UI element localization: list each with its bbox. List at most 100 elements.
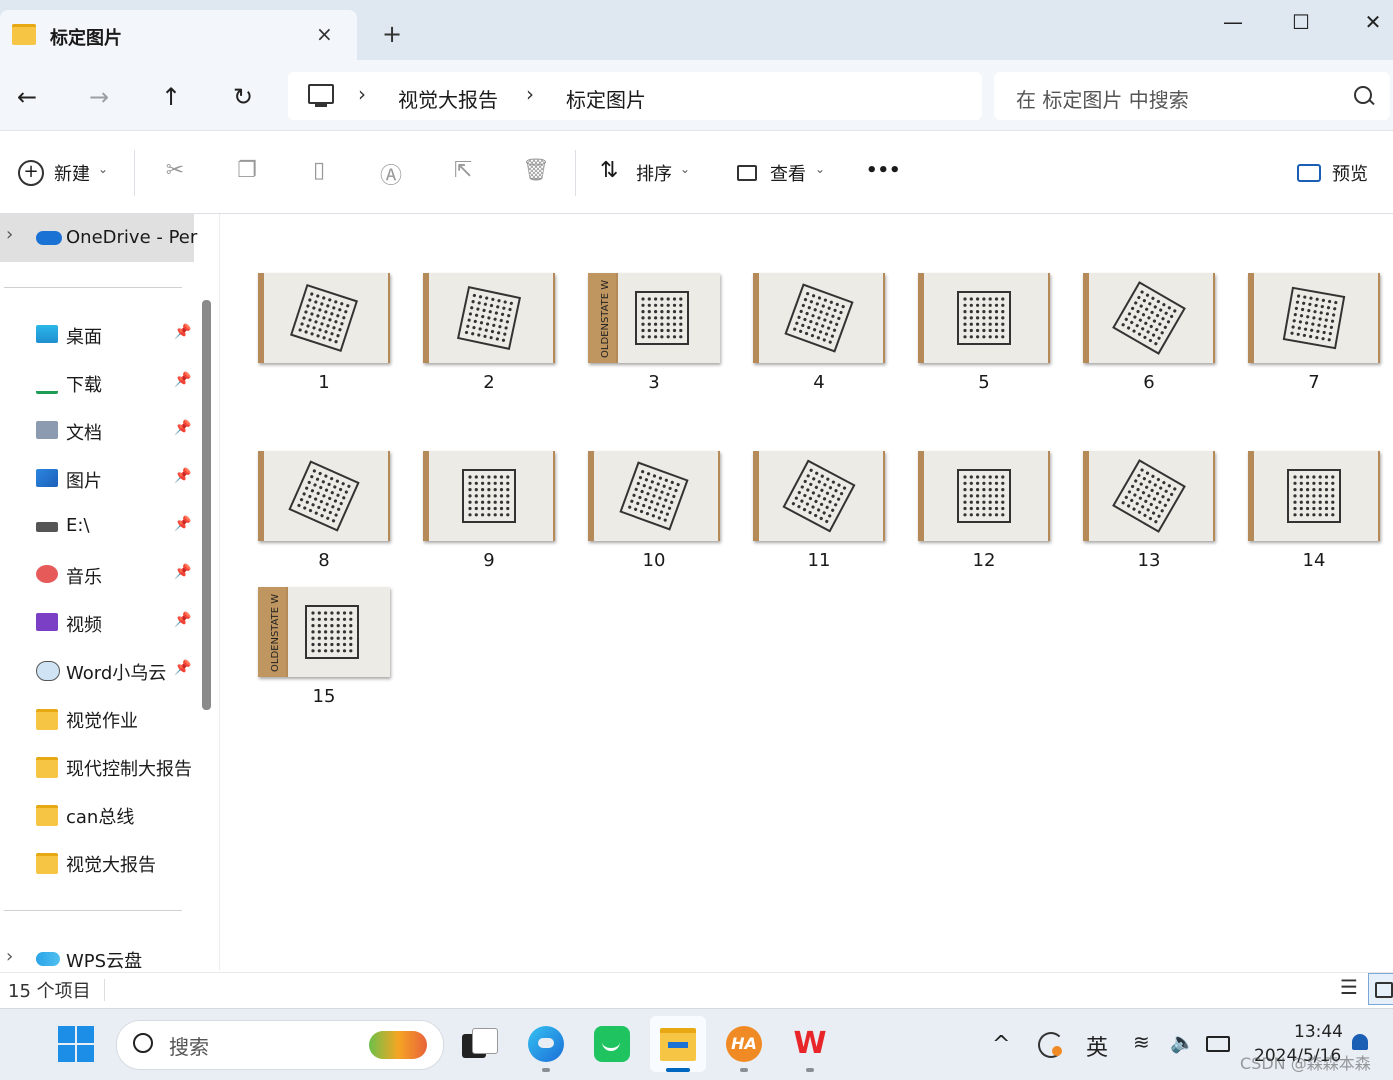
address-bar[interactable]: › 视觉大报告 › 标定图片 [288, 72, 982, 120]
sidebar-item-onedrive[interactable]: › OneDrive - Per [0, 214, 197, 262]
show-hidden-icons-button[interactable]: ^ [992, 1032, 1010, 1057]
image-thumbnail[interactable] [753, 451, 885, 541]
sidebar-item[interactable]: 视觉大报告 [36, 848, 196, 878]
sort-button[interactable]: 排序 [636, 160, 672, 186]
close-window-button[interactable]: ✕ [1350, 10, 1393, 38]
tab-close-button[interactable]: × [316, 22, 333, 46]
search-highlight-icon[interactable] [369, 1031, 427, 1059]
ime-indicator[interactable]: 英 [1086, 1030, 1108, 1062]
expand-icon[interactable]: › [6, 946, 13, 967]
breadcrumb-separator[interactable]: › [526, 82, 534, 106]
image-thumbnail[interactable]: OLDENSTATE W [588, 273, 720, 363]
pin-icon[interactable]: 📌 [174, 612, 191, 628]
sidebar-item[interactable]: 图片 📌 [36, 464, 196, 494]
new-button[interactable]: 新建 [54, 160, 90, 186]
file-name[interactable]: 15 [258, 686, 390, 707]
copy-icon[interactable]: ❐ [234, 158, 260, 184]
file-name[interactable]: 1 [258, 372, 390, 393]
tab-active[interactable]: 标定图片 × [0, 10, 357, 60]
breadcrumb-separator[interactable]: › [358, 82, 366, 106]
sidebar-item[interactable]: 文档 📌 [36, 416, 196, 446]
sidebar-item[interactable]: 现代控制大报告 [36, 752, 196, 782]
preview-button[interactable]: 预览 [1332, 160, 1368, 186]
volume-icon[interactable]: 🔈 [1170, 1030, 1195, 1054]
pin-icon[interactable]: 📌 [174, 324, 191, 340]
back-button[interactable]: ← [12, 82, 42, 112]
image-thumbnail[interactable] [258, 451, 390, 541]
sidebar-item[interactable]: E:\ 📌 [36, 512, 196, 542]
wechat-app-icon[interactable] [592, 1024, 632, 1064]
notification-bell-icon[interactable] [1352, 1034, 1368, 1050]
start-button[interactable] [58, 1026, 94, 1062]
sidebar-item[interactable]: 视觉作业 [36, 704, 196, 734]
breadcrumb-item[interactable]: 标定图片 [566, 84, 646, 113]
sidebar-item[interactable]: 桌面 📌 [36, 320, 196, 350]
image-thumbnail[interactable] [1248, 273, 1380, 363]
file-name[interactable]: 6 [1083, 372, 1215, 393]
rename-icon[interactable]: Ⓐ [378, 158, 404, 189]
image-thumbnail[interactable] [258, 273, 390, 363]
image-thumbnail[interactable] [1083, 273, 1215, 363]
ha-app-icon[interactable]: HA [724, 1024, 764, 1064]
chevron-down-icon[interactable]: ⌄ [98, 162, 108, 176]
search-placeholder[interactable]: 在 标定图片 中搜索 [1016, 84, 1189, 113]
file-name[interactable]: 10 [588, 550, 720, 571]
battery-icon[interactable] [1206, 1036, 1230, 1052]
this-pc-icon[interactable] [308, 84, 334, 107]
new-icon[interactable]: + [18, 160, 44, 186]
image-thumbnail[interactable] [588, 451, 720, 541]
refresh-button[interactable]: ↻ [228, 82, 258, 112]
file-name[interactable]: 12 [918, 550, 1050, 571]
file-name[interactable]: 3 [588, 372, 720, 393]
pin-icon[interactable]: 📌 [174, 420, 191, 436]
file-name[interactable]: 8 [258, 550, 390, 571]
sync-icon[interactable] [1038, 1032, 1064, 1058]
taskbar-search-placeholder[interactable]: 搜索 [169, 1031, 209, 1060]
new-tab-button[interactable]: + [382, 20, 402, 48]
wifi-icon[interactable]: ≋ [1133, 1030, 1150, 1054]
image-thumbnail[interactable] [753, 273, 885, 363]
paste-icon[interactable]: ▯ [306, 158, 332, 184]
file-explorer-taskbar-button[interactable] [650, 1016, 706, 1072]
sort-icon[interactable]: ⇅ [600, 158, 618, 183]
delete-icon[interactable]: 🗑 [522, 158, 550, 184]
maximize-button[interactable]: ☐ [1278, 10, 1324, 38]
view-icon[interactable] [737, 165, 757, 181]
file-name[interactable]: 9 [423, 550, 555, 571]
image-thumbnail[interactable] [918, 451, 1050, 541]
sidebar-item[interactable]: Word小乌云 📌 [36, 656, 196, 686]
cut-icon[interactable]: ✂ [162, 158, 188, 184]
chevron-down-icon[interactable]: ⌄ [680, 162, 690, 176]
file-name[interactable]: 2 [423, 372, 555, 393]
chevron-down-icon[interactable]: ⌄ [815, 162, 825, 176]
sidebar-item[interactable]: can总线 [36, 800, 196, 830]
breadcrumb-item[interactable]: 视觉大报告 [398, 84, 498, 113]
expand-icon[interactable]: › [6, 224, 13, 245]
pin-icon[interactable]: 📌 [174, 660, 191, 676]
edge-icon[interactable] [526, 1024, 566, 1064]
image-thumbnail[interactable] [423, 273, 555, 363]
share-icon[interactable]: ⇱ [450, 158, 476, 184]
up-button[interactable]: ↑ [156, 82, 186, 112]
pin-icon[interactable]: 📌 [174, 468, 191, 484]
search-box[interactable]: 在 标定图片 中搜索 [994, 72, 1390, 120]
minimize-button[interactable]: — [1210, 10, 1256, 38]
sidebar-item[interactable]: 视频 📌 [36, 608, 196, 638]
image-thumbnail[interactable] [1248, 451, 1380, 541]
image-thumbnail[interactable]: OLDENSTATE W [258, 587, 390, 677]
sidebar-scrollbar[interactable] [202, 300, 211, 710]
image-thumbnail[interactable] [918, 273, 1050, 363]
sidebar-item-wps[interactable]: › WPS云盘 [0, 944, 194, 974]
more-options-button[interactable]: ••• [866, 160, 901, 181]
pin-icon[interactable]: 📌 [174, 516, 191, 532]
preview-pane-icon[interactable] [1297, 164, 1321, 182]
file-name[interactable]: 7 [1248, 372, 1380, 393]
tiles-view-button[interactable] [1368, 973, 1393, 1005]
file-name[interactable]: 14 [1248, 550, 1380, 571]
file-name[interactable]: 11 [753, 550, 885, 571]
task-view-icon[interactable] [460, 1024, 500, 1064]
pin-icon[interactable]: 📌 [174, 372, 191, 388]
taskbar-search[interactable]: 搜索 [116, 1020, 444, 1070]
details-view-icon[interactable]: ☰ [1340, 975, 1358, 999]
clock-time[interactable]: 13:44 [1294, 1022, 1343, 1042]
